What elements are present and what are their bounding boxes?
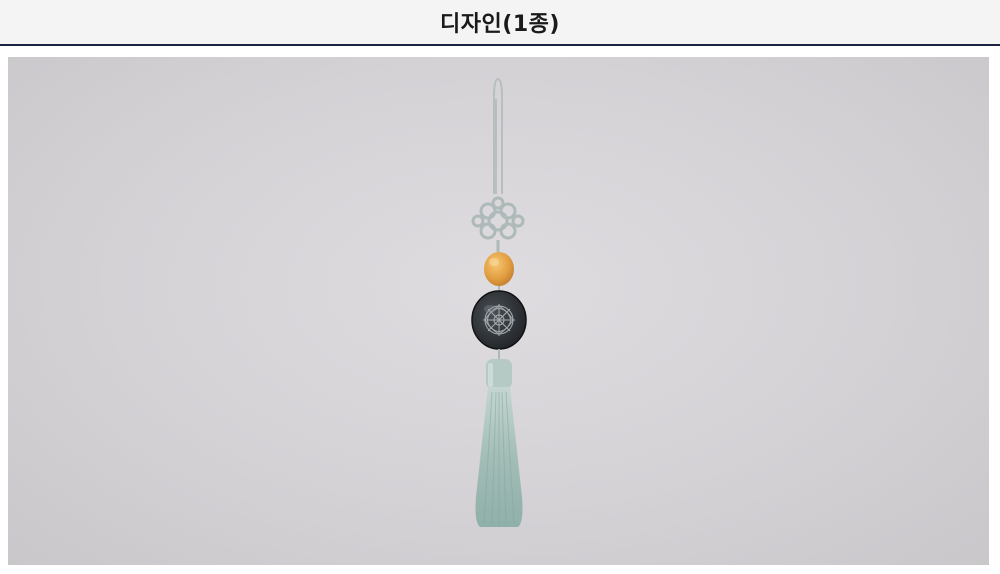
cord-loop bbox=[493, 77, 503, 194]
product-photo bbox=[8, 57, 989, 565]
norigae-illustration bbox=[471, 77, 527, 527]
header-divider bbox=[0, 44, 1000, 46]
medallion-pendant bbox=[471, 290, 527, 359]
page-title: 디자인(1종) bbox=[440, 12, 560, 37]
decorative-knot bbox=[471, 196, 525, 252]
silk-tassel bbox=[475, 359, 523, 527]
page-header: 디자인(1종) bbox=[0, 0, 1000, 44]
amber-bead bbox=[484, 252, 514, 293]
